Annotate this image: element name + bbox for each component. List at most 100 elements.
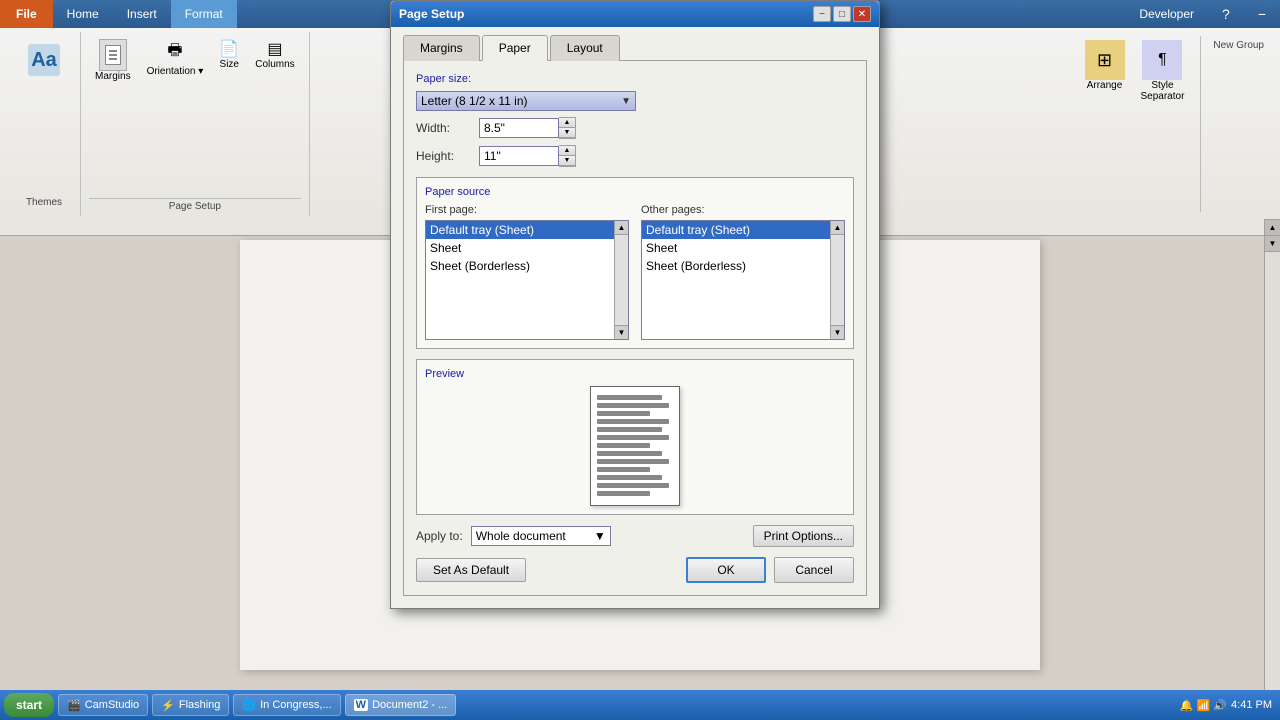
dialog-close-button[interactable]: ✕	[853, 6, 871, 22]
dialog-titlebar: Page Setup − □ ✕	[391, 1, 879, 27]
dialog-controls: − □ ✕	[813, 6, 871, 22]
first-page-label: First page:	[425, 204, 629, 216]
system-tray-icons: 🔔 📶 🔊	[1180, 699, 1227, 712]
width-value: 8.5"	[484, 121, 505, 135]
first-page-scroll-down[interactable]: ▼	[615, 325, 628, 339]
menu-format[interactable]: Format	[171, 0, 237, 28]
minimize-app-icon[interactable]: −	[1244, 0, 1280, 28]
scroll-up-button[interactable]: ▲	[1265, 220, 1280, 236]
menu-insert[interactable]: Insert	[113, 0, 171, 28]
orientation-icon: 🖶	[167, 39, 182, 66]
first-page-listbox[interactable]: Default tray (Sheet) Sheet Sheet (Border…	[425, 220, 629, 340]
preview-line-2	[597, 403, 669, 408]
page-setup-label: Page Setup	[89, 198, 301, 212]
arrange-button[interactable]: ⊞ Arrange	[1077, 36, 1133, 212]
preview-line-6	[597, 435, 669, 440]
height-label: Height:	[416, 149, 471, 163]
tab-margins[interactable]: Margins	[403, 35, 480, 61]
tab-row: Margins Paper Layout	[403, 35, 867, 61]
preview-line-1	[597, 395, 662, 400]
paper-size-dropdown[interactable]: Letter (8 1/2 x 11 in) ▼	[416, 91, 636, 111]
scroll-down-button[interactable]: ▼	[1265, 236, 1280, 252]
other-page-item-1[interactable]: Sheet	[642, 239, 844, 257]
dialog-maximize-button[interactable]: □	[833, 6, 851, 22]
first-page-col: First page: Default tray (Sheet) Sheet S…	[425, 204, 629, 340]
paper-size-label: Paper size:	[416, 73, 854, 85]
cancel-button[interactable]: Cancel	[774, 557, 854, 583]
first-page-item-1[interactable]: Sheet	[426, 239, 628, 257]
other-pages-scroll-down[interactable]: ▼	[831, 325, 844, 339]
margins-button[interactable]: Margins	[89, 36, 137, 85]
help-icon[interactable]: ?	[1208, 0, 1244, 28]
menu-home[interactable]: Home	[53, 0, 113, 28]
themes-group: Aa Themes	[8, 32, 81, 216]
clock: 4:41 PM	[1231, 699, 1272, 711]
first-page-scroll-up[interactable]: ▲	[615, 221, 628, 235]
other-page-item-2[interactable]: Sheet (Borderless)	[642, 257, 844, 275]
dialog-body: Margins Paper Layout Paper size: Letter …	[391, 27, 879, 608]
size-button[interactable]: 📄 Size	[213, 36, 245, 85]
taskbar-item-flashing[interactable]: ⚡ Flashing	[152, 694, 229, 716]
height-down-button[interactable]: ▼	[559, 156, 575, 166]
size-icon: 📄	[219, 39, 239, 59]
apply-to-row: Apply to: Whole document ▼ Print Options…	[416, 525, 854, 547]
new-group-area: New Group	[1209, 36, 1268, 212]
preview-page	[590, 386, 680, 506]
height-up-button[interactable]: ▲	[559, 146, 575, 156]
size-label: Size	[220, 59, 239, 70]
width-input[interactable]: 8.5"	[479, 118, 559, 138]
other-pages-scroll-up[interactable]: ▲	[831, 221, 844, 235]
flashing-label: Flashing	[179, 699, 221, 711]
ok-button[interactable]: OK	[686, 557, 766, 583]
camstudio-icon: 🎬	[67, 699, 81, 712]
preview-section: Preview	[416, 359, 854, 515]
start-button[interactable]: start	[4, 693, 54, 717]
menu-file[interactable]: File	[0, 0, 53, 28]
dialog-minimize-button[interactable]: −	[813, 6, 831, 22]
set-as-default-button[interactable]: Set As Default	[416, 558, 526, 582]
arrange-icon: ⊞	[1085, 40, 1125, 80]
taskbar-item-congress[interactable]: 🌐 In Congress,...	[233, 694, 340, 716]
menu-developer[interactable]: Developer	[1125, 0, 1208, 28]
margins-label: Margins	[95, 71, 131, 82]
columns-icon: ▤	[267, 39, 282, 59]
preview-line-7	[597, 443, 650, 448]
word-icon: W	[354, 699, 368, 711]
first-page-scrollbar[interactable]: ▲ ▼	[614, 221, 628, 339]
print-options-button[interactable]: Print Options...	[753, 525, 854, 547]
paper-tab-content: Paper size: Letter (8 1/2 x 11 in) ▼ Wid…	[403, 60, 867, 596]
margins-icon	[99, 39, 127, 71]
document-label: Document2 - ...	[372, 699, 447, 711]
width-label: Width:	[416, 121, 471, 135]
width-up-button[interactable]: ▲	[559, 118, 575, 128]
document-scrollbar[interactable]: ▲ ▼	[1264, 220, 1280, 690]
style-separator-button[interactable]: ¶ StyleSeparator	[1133, 36, 1193, 212]
preview-line-10	[597, 467, 650, 472]
other-page-item-0[interactable]: Default tray (Sheet)	[642, 221, 844, 239]
apply-to-dropdown[interactable]: Whole document ▼	[471, 526, 611, 546]
columns-button[interactable]: ▤ Columns	[249, 36, 300, 85]
preview-line-9	[597, 459, 669, 464]
width-down-button[interactable]: ▼	[559, 128, 575, 138]
other-pages-col: Other pages: Default tray (Sheet) Sheet …	[641, 204, 845, 340]
height-spinner: 11" ▲ ▼	[479, 145, 576, 167]
first-page-item-0[interactable]: Default tray (Sheet)	[426, 221, 628, 239]
setup-row-1: Margins 🖶 Orientation ▾ 📄 Size ▤ Columns	[89, 36, 301, 85]
tab-layout[interactable]: Layout	[550, 35, 620, 61]
themes-label: Themes	[26, 197, 62, 208]
themes-icon: Aa	[28, 44, 60, 76]
height-input[interactable]: 11"	[479, 146, 559, 166]
other-pages-scrollbar[interactable]: ▲ ▼	[830, 221, 844, 339]
taskbar: start 🎬 CamStudio ⚡ Flashing 🌐 In Congre…	[0, 690, 1280, 720]
paper-size-value: Letter (8 1/2 x 11 in)	[421, 94, 528, 108]
themes-button[interactable]: Aa	[20, 40, 68, 82]
other-pages-label: Other pages:	[641, 204, 845, 216]
tab-paper[interactable]: Paper	[482, 35, 548, 61]
ok-cancel-group: OK Cancel	[686, 557, 854, 583]
first-page-item-2[interactable]: Sheet (Borderless)	[426, 257, 628, 275]
taskbar-item-camstudio[interactable]: 🎬 CamStudio	[58, 694, 148, 716]
taskbar-item-document[interactable]: W Document2 - ...	[345, 694, 457, 716]
paper-source-label: Paper source	[425, 186, 845, 198]
other-pages-listbox[interactable]: Default tray (Sheet) Sheet Sheet (Border…	[641, 220, 845, 340]
orientation-button[interactable]: 🖶 Orientation ▾	[141, 36, 210, 85]
